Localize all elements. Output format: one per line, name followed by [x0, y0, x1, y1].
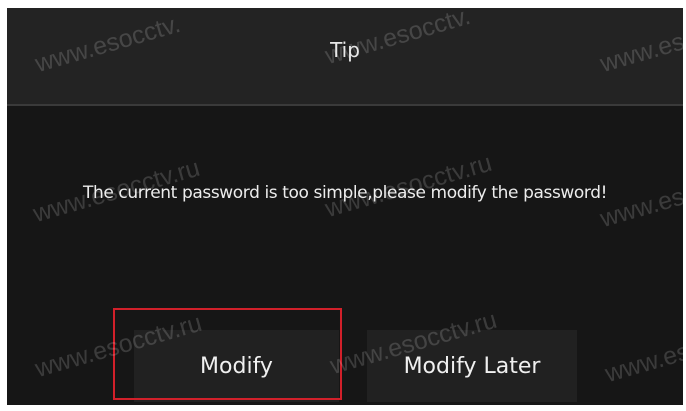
title-divider: [7, 104, 683, 106]
password-warning-message: The current password is too simple,pleas…: [83, 183, 607, 203]
modify-later-button-label: Modify Later: [403, 353, 541, 379]
dialog-title-bar: Tip: [7, 8, 683, 104]
modify-later-button[interactable]: Modify Later: [367, 330, 577, 402]
dialog-title: Tip: [330, 38, 360, 62]
modify-button-label: Modify: [200, 353, 273, 379]
modify-button[interactable]: Modify: [134, 330, 339, 402]
tip-dialog: Tip The current password is too simple,p…: [7, 8, 683, 405]
